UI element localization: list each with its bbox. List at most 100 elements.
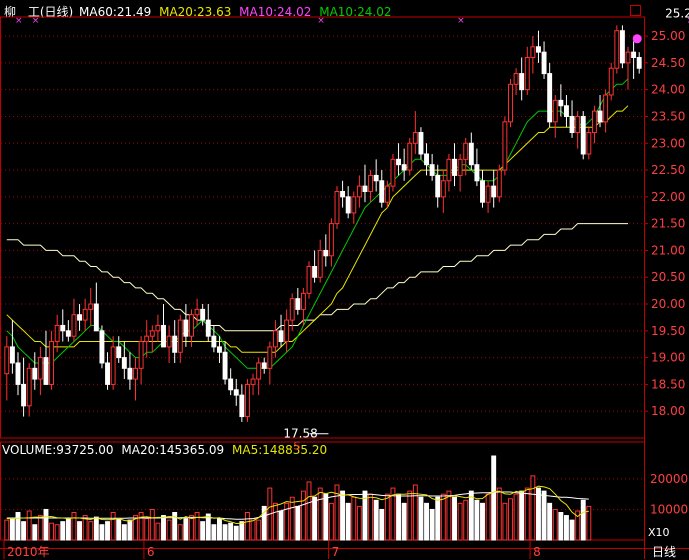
candle-body <box>384 185 390 203</box>
top-marker: × <box>457 16 465 26</box>
candle-body <box>424 153 429 166</box>
volume-bar <box>351 496 357 541</box>
volume-tick-label: 10000 <box>650 502 688 516</box>
volume-bar <box>32 524 38 541</box>
volume-bar <box>435 496 441 541</box>
volume-bar <box>424 502 429 541</box>
price-tick-label: 24.50 <box>651 56 685 70</box>
candle-body <box>183 319 189 337</box>
candle-body <box>21 383 27 407</box>
high-price-annotation: 25.20 <box>665 6 689 20</box>
period-axis-label: 日线 <box>652 545 676 559</box>
candle-body <box>401 164 407 171</box>
candle-body <box>278 330 284 343</box>
volume-bar <box>396 493 402 541</box>
volume-bar <box>491 455 497 541</box>
candle-body <box>446 158 452 182</box>
candle-body <box>412 132 418 144</box>
volume-unit-label: X10 <box>648 526 670 539</box>
volume-bar <box>289 496 295 541</box>
volume-bar <box>200 521 206 541</box>
volume-bar <box>189 515 194 541</box>
volume-bar <box>463 499 469 541</box>
candle-body <box>4 346 10 375</box>
candle-body <box>619 30 625 64</box>
volume-bar <box>541 490 547 541</box>
candle-body <box>614 30 620 69</box>
price-tick-label: 21.50 <box>651 217 685 231</box>
candle-body <box>65 330 71 337</box>
candle-body <box>250 378 256 385</box>
volume-bar <box>345 502 351 541</box>
volume-bar <box>233 525 239 541</box>
volume-bar <box>121 524 127 541</box>
volume-bar <box>239 521 245 541</box>
candle-body <box>239 394 245 418</box>
volume-bar <box>519 490 525 541</box>
candle-body <box>312 266 318 278</box>
candle-body <box>116 346 122 359</box>
volume-bar <box>54 524 60 541</box>
volume-bar <box>379 508 385 541</box>
volume-bar <box>127 519 133 541</box>
volume-bar <box>9 518 15 541</box>
volume-bar <box>272 502 278 541</box>
candle-body <box>138 341 144 369</box>
candle-body <box>631 51 637 59</box>
candle-body <box>194 308 200 316</box>
candle-body <box>211 335 217 348</box>
candle-body <box>144 335 150 343</box>
candle-body <box>524 57 530 91</box>
candle-body <box>608 67 614 96</box>
volume-bar <box>328 502 334 541</box>
volume-bar <box>116 518 122 541</box>
candle-body <box>217 346 222 353</box>
price-tick-label: 22.50 <box>651 163 685 177</box>
volume-bar <box>300 490 306 541</box>
candlestick-chart: 25.00 24.50 24.00 23.50 23.00 22.50 22.00 21.50… <box>0 6 689 559</box>
candle-body <box>368 174 374 192</box>
ma20-line <box>6 105 629 353</box>
price-tick-label: 21.00 <box>651 243 685 257</box>
candle-body <box>541 51 547 75</box>
candle-body <box>636 57 642 69</box>
candle-body <box>133 367 138 380</box>
volume-bar <box>306 481 312 541</box>
current-price-dot <box>632 34 642 44</box>
volume-bar <box>21 521 27 541</box>
price-tick-label: 20.50 <box>651 270 685 284</box>
candle-body <box>323 249 329 257</box>
time-axis-label: 6 <box>147 545 155 559</box>
volume-bar <box>211 524 217 541</box>
candle-body <box>334 190 340 225</box>
volume-bar <box>26 510 32 541</box>
candle-body <box>575 115 581 134</box>
volume-bar <box>88 521 94 541</box>
price-tick-label: 19.50 <box>651 324 685 338</box>
candle-body <box>580 115 586 155</box>
candle-body <box>177 319 183 353</box>
candle-body <box>166 335 172 348</box>
candle-body <box>508 83 513 123</box>
candle-body <box>233 389 239 396</box>
volume-bar <box>480 502 485 541</box>
volume-bar <box>222 524 228 541</box>
candle-body <box>15 362 21 385</box>
candle-body <box>284 319 290 343</box>
candle-body <box>356 185 362 198</box>
candle-body <box>569 115 575 134</box>
candle-body <box>586 132 592 155</box>
volume-bar <box>547 502 553 541</box>
volume-bar <box>569 519 575 541</box>
volume-bar <box>485 493 491 541</box>
volume-bar <box>99 524 105 541</box>
candle-body <box>172 335 178 353</box>
candle-body <box>32 367 38 380</box>
candle-body <box>328 223 334 257</box>
candle-body <box>519 73 525 91</box>
candle-body <box>597 110 603 123</box>
candle-body <box>93 303 99 332</box>
candle-body <box>161 324 166 348</box>
candle-body <box>272 330 278 348</box>
signal-marker: S <box>293 440 300 453</box>
